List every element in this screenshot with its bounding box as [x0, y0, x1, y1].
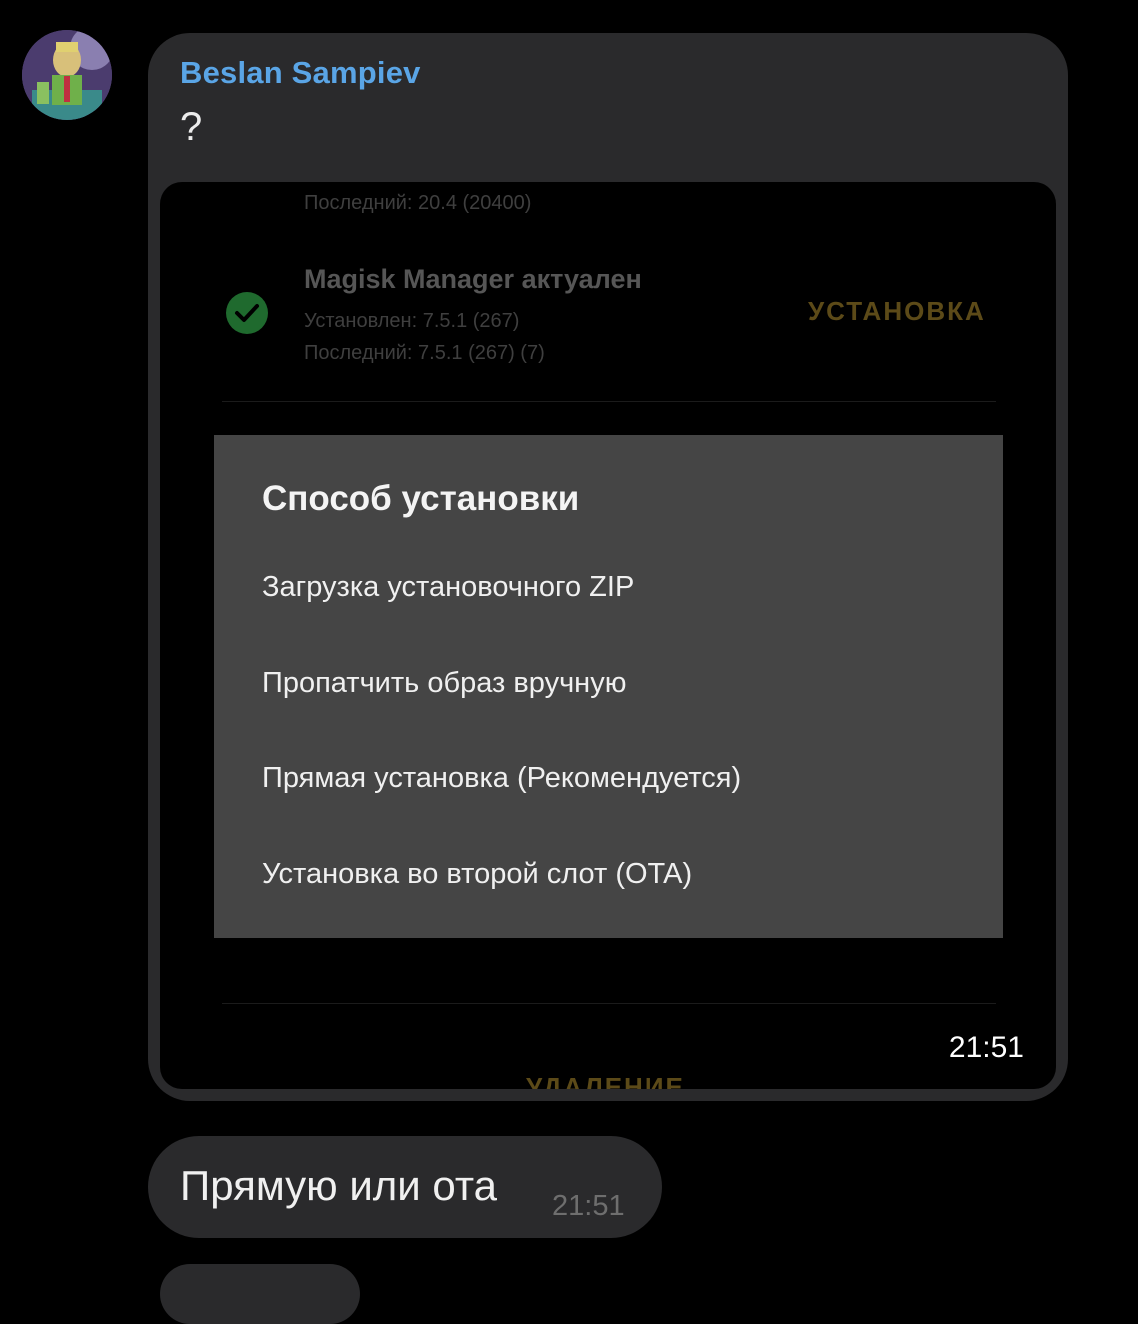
option-patch: Пропатчить образ вручную [262, 667, 627, 699]
latest-version-text: Последний: 20.4 (20400) [304, 192, 532, 214]
install-method-dialog: Способ установки Загрузка установочного … [214, 435, 1003, 938]
divider [222, 1003, 996, 1004]
manager-installed-text: Установлен: 7.5.1 (267) [304, 310, 520, 332]
message-text: ? [180, 105, 203, 149]
option-zip: Загрузка установочного ZIP [262, 571, 635, 603]
manager-status-title: Magisk Manager актуален [304, 264, 642, 294]
uninstall-button: УДАЛЕНИЕ [526, 1072, 685, 1089]
install-button: УСТАНОВКА [808, 296, 986, 326]
message-time: 21:51 [552, 1190, 625, 1222]
message-text: Прямую или ота [180, 1162, 497, 1209]
message-bubble[interactable]: Beslan Sampiev ? Последний: 20.4 (20400)… [148, 33, 1068, 1101]
option-direct: Прямая установка (Рекомендуется) [262, 762, 742, 794]
option-ota: Установка во второй слот (OTA) [262, 858, 693, 890]
message-time: 21:51 [948, 1031, 1024, 1064]
manager-latest-text: Последний: 7.5.1 (267) (7) [304, 342, 545, 364]
message-bubble[interactable] [160, 1264, 360, 1324]
attached-screenshot[interactable]: Последний: 20.4 (20400) Magisk Manager а… [160, 182, 1056, 1089]
sender-name[interactable]: Beslan Sampiev [180, 55, 421, 91]
message-bubble[interactable]: Прямую или ота 21:51 [148, 1136, 662, 1238]
dialog-title: Способ установки [262, 479, 580, 518]
divider [222, 401, 996, 402]
avatar[interactable] [22, 30, 112, 120]
check-circle-icon [226, 292, 268, 334]
